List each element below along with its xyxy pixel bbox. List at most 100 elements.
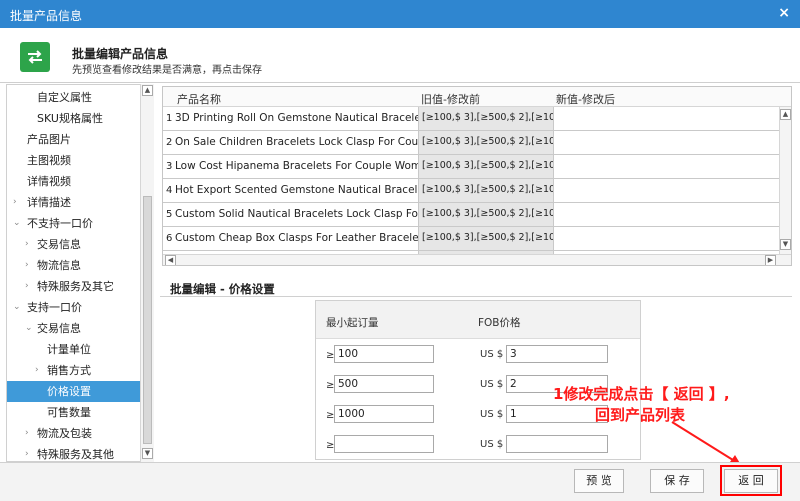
fob-price-input[interactable]: 1 bbox=[506, 405, 608, 423]
close-icon[interactable]: × bbox=[778, 5, 790, 21]
old-value-cell: [≥100,$ 3],[≥500,$ 2],[≥1000 bbox=[418, 203, 553, 226]
column-header-old-value: 旧值-修改前 bbox=[421, 93, 480, 106]
page-subtitle: 先预览查看修改结果是否满意，再点击保存 bbox=[72, 65, 262, 76]
sidebar-item-label: 不支持一口价 bbox=[27, 217, 93, 230]
row-number: 5 bbox=[166, 209, 173, 220]
chevron-down-icon[interactable]: ⌄ bbox=[13, 218, 21, 228]
chevron-right-icon[interactable]: › bbox=[25, 260, 29, 270]
sidebar-item[interactable]: 详情描述 bbox=[7, 192, 140, 213]
scroll-left-icon[interactable]: ◀ bbox=[165, 255, 176, 265]
product-name-cell: Hot Export Scented Gemstone Nautical Bra… bbox=[175, 184, 418, 196]
moq-input[interactable]: 500 bbox=[334, 375, 434, 393]
fob-price-input[interactable] bbox=[506, 435, 608, 453]
chevron-right-icon[interactable]: › bbox=[25, 449, 29, 459]
sidebar-item[interactable]: 自定义属性 bbox=[7, 87, 140, 108]
row-number: 4 bbox=[166, 185, 173, 196]
chevron-right-icon[interactable]: › bbox=[35, 365, 39, 375]
new-value-cell bbox=[553, 227, 779, 250]
product-name-cell: Low Cost Hipanema Bracelets For Couple W… bbox=[175, 160, 418, 172]
sidebar-item-label: 详情描述 bbox=[27, 196, 71, 209]
scroll-thumb[interactable] bbox=[143, 196, 152, 444]
sidebar-item-label: 交易信息 bbox=[37, 322, 81, 335]
fob-price-input[interactable]: 3 bbox=[506, 345, 608, 363]
window-title: 批量产品信息 bbox=[10, 9, 83, 23]
sidebar-item[interactable]: SKU规格属性 bbox=[7, 108, 140, 129]
chevron-right-icon[interactable]: › bbox=[25, 428, 29, 438]
section-divider bbox=[160, 296, 792, 297]
sidebar-item[interactable]: 计量单位 bbox=[7, 339, 140, 360]
sidebar-item-label: SKU规格属性 bbox=[37, 112, 103, 125]
table-row[interactable]: 2 On Sale Children Bracelets Lock Clasp F… bbox=[163, 131, 779, 155]
row-number: 1 bbox=[166, 113, 173, 124]
old-value-cell: [≥100,$ 3],[≥500,$ 2],[≥1000 bbox=[418, 107, 553, 130]
price-settings-table: 最小起订量 FOB价格 ≥100 US $3 ≥500 US $2 ≥1000 US $1… bbox=[315, 300, 641, 460]
sidebar-item[interactable]: 不支持一口价 bbox=[7, 213, 140, 234]
old-value-cell: [≥100,$ 3],[≥500,$ 2],[≥1000 bbox=[418, 155, 553, 178]
back-button-highlight bbox=[720, 465, 782, 496]
price-table-header: 最小起订量 FOB价格 bbox=[316, 301, 640, 339]
chevron-down-icon[interactable]: ⌄ bbox=[25, 323, 33, 333]
moq-input[interactable]: 100 bbox=[334, 345, 434, 363]
new-value-cell bbox=[553, 203, 779, 226]
sidebar-item-label: 特殊服务及其它 bbox=[37, 280, 114, 293]
new-value-cell bbox=[553, 155, 779, 178]
sidebar-item[interactable]: 产品图片 bbox=[7, 129, 140, 150]
sidebar-item[interactable]: 销售方式 bbox=[7, 360, 140, 381]
table-row[interactable]: 1 3D Printing Roll On Gemstone Nautical B… bbox=[163, 107, 779, 131]
sidebar-item[interactable]: 详情视频 bbox=[7, 171, 140, 192]
currency-label: US $ bbox=[480, 439, 504, 450]
sidebar-tree: 自定义属性 SKU规格属性产品图片 主图视频详情视频详情描述 › 不支持一口价 ⌄ 交易信息… bbox=[6, 84, 154, 462]
scroll-down-icon[interactable]: ▼ bbox=[780, 239, 791, 250]
chevron-right-icon[interactable]: › bbox=[25, 281, 29, 291]
column-header-new-value: 新值-修改后 bbox=[556, 93, 615, 106]
scroll-down-icon[interactable]: ▼ bbox=[142, 448, 153, 459]
table-row[interactable]: 6 Custom Cheap Box Clasps For Leather Bra… bbox=[163, 227, 779, 251]
scroll-up-icon[interactable]: ▲ bbox=[780, 109, 791, 120]
sidebar-item-label: 销售方式 bbox=[47, 364, 91, 377]
product-name-cell: 3D Printing Roll On Gemstone Nautical Br… bbox=[175, 112, 418, 124]
save-button[interactable]: 保 存 bbox=[650, 469, 704, 493]
column-header-moq: 最小起订量 bbox=[326, 317, 379, 329]
chevron-right-icon[interactable]: › bbox=[25, 239, 29, 249]
old-value-cell: [≥100,$ 3],[≥500,$ 2],[≥1000 bbox=[418, 131, 553, 154]
instruction-annotation-line1: 1修改完成点击【 返回 】, bbox=[553, 385, 730, 403]
moq-input[interactable] bbox=[334, 435, 434, 453]
preview-grid: 产品名称 旧值-修改前 新值-修改后 1 3D Printing Roll On … bbox=[162, 86, 792, 266]
currency-label: US $ bbox=[480, 379, 504, 390]
sidebar-item-label: 支持一口价 bbox=[27, 301, 82, 314]
table-row[interactable]: 4 Hot Export Scented Gemstone Nautical Br… bbox=[163, 179, 779, 203]
instruction-annotation-line2: 回到产品列表 bbox=[595, 406, 686, 424]
sidebar-item-label: 物流信息 bbox=[37, 259, 81, 272]
preview-button[interactable]: 预 览 bbox=[574, 469, 624, 493]
page-title: 批量编辑产品信息 bbox=[72, 47, 169, 61]
chevron-right-icon[interactable]: › bbox=[13, 197, 17, 207]
sidebar-item-label: 自定义属性 bbox=[37, 91, 92, 104]
sidebar-item[interactable]: 可售数量 bbox=[7, 402, 140, 423]
new-value-cell bbox=[553, 179, 779, 202]
header-panel: 批量编辑产品信息 先预览查看修改结果是否满意，再点击保存 bbox=[0, 28, 800, 83]
table-row[interactable]: 3 Low Cost Hipanema Bracelets For Couple … bbox=[163, 155, 779, 179]
scroll-right-icon[interactable]: ▶ bbox=[765, 255, 776, 265]
chevron-down-icon[interactable]: ⌄ bbox=[13, 302, 21, 312]
sidebar-item[interactable]: 主图视频 bbox=[7, 150, 140, 171]
sidebar-item-label: 价格设置 bbox=[47, 385, 91, 398]
swap-arrows-icon bbox=[20, 42, 50, 72]
table-row[interactable]: 5 Custom Solid Nautical Bracelets Lock Cl… bbox=[163, 203, 779, 227]
sidebar-item[interactable]: 价格设置 bbox=[7, 381, 140, 402]
sidebar-item-label: 交易信息 bbox=[37, 238, 81, 251]
old-value-cell: [≥100,$ 3],[≥500,$ 2],[≥1000 bbox=[418, 179, 553, 202]
old-value-cell: [≥100,$ 3],[≥500,$ 2],[≥1000 bbox=[418, 227, 553, 250]
currency-label: US $ bbox=[480, 409, 504, 420]
new-value-cell bbox=[553, 107, 779, 130]
product-name-cell: On Sale Children Bracelets Lock Clasp Fo… bbox=[175, 136, 418, 148]
scroll-up-icon[interactable]: ▲ bbox=[142, 85, 153, 96]
sidebar-item[interactable]: 支持一口价 bbox=[7, 297, 140, 318]
sidebar-item-label: 详情视频 bbox=[27, 175, 71, 188]
sidebar-item-label: 特殊服务及其他 bbox=[37, 448, 114, 461]
row-number: 6 bbox=[166, 233, 173, 244]
grid-horizontal-scrollbar[interactable]: ◀ ▶ bbox=[163, 254, 791, 265]
sidebar-scrollbar[interactable]: ▲ ▼ bbox=[140, 84, 154, 462]
grid-vertical-scrollbar[interactable]: ▲ ▼ bbox=[779, 107, 791, 254]
moq-input[interactable]: 1000 bbox=[334, 405, 434, 423]
product-name-cell: Custom Cheap Box Clasps For Leather Brac… bbox=[175, 232, 418, 244]
